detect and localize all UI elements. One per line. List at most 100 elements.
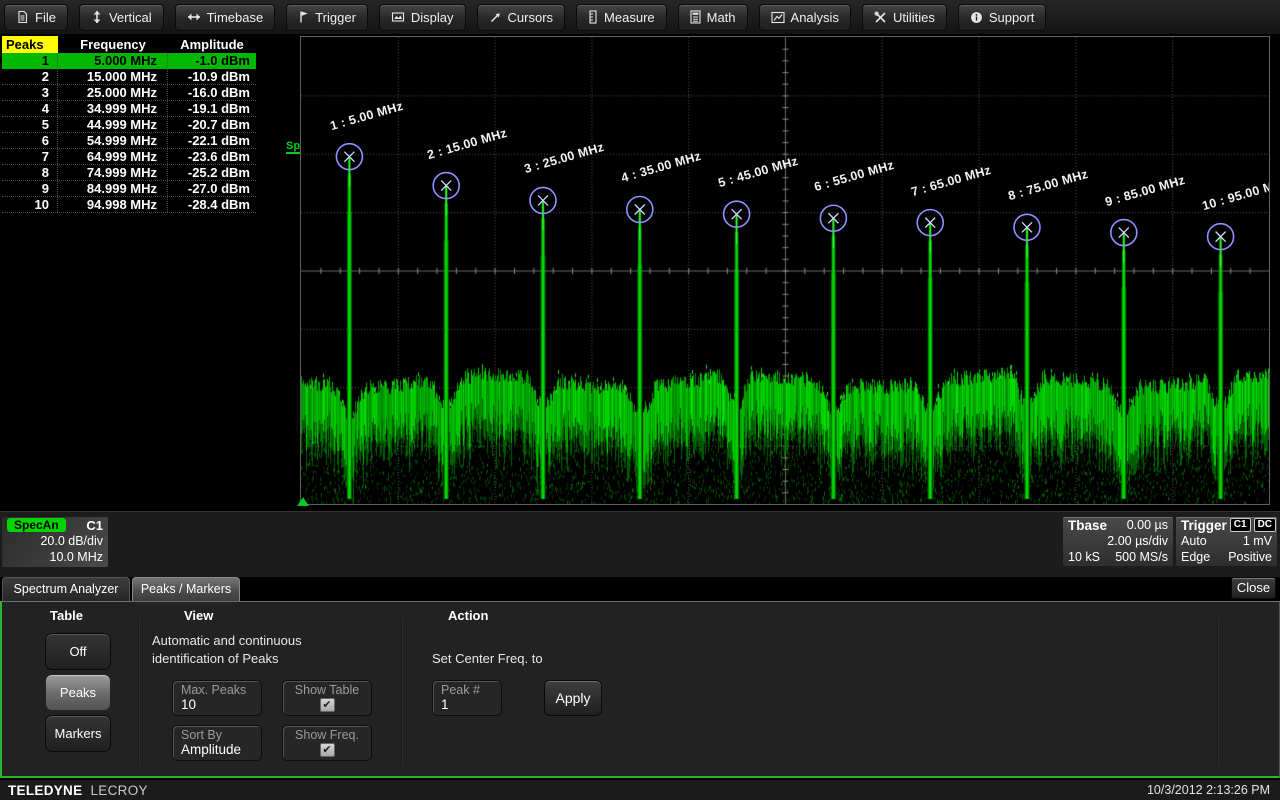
- brand-logo: TELEDYNE LECROY: [8, 783, 148, 798]
- peak-number-value: 1: [441, 697, 493, 713]
- trigger-flag-icon: [298, 10, 309, 24]
- section-divider: [1217, 620, 1219, 766]
- apply-button[interactable]: Apply: [544, 680, 602, 716]
- table-off-button[interactable]: Off: [45, 633, 111, 670]
- table-cell: 6: [2, 133, 58, 148]
- show-table-field[interactable]: Show Table ✔: [282, 680, 372, 716]
- table-row[interactable]: 325.000 MHz-16.0 dBm: [2, 85, 256, 101]
- table-cell: 4: [2, 101, 58, 116]
- table-cell: 10: [2, 197, 58, 212]
- oscilloscope-app: File Vertical Timebase Trigger Display C…: [0, 0, 1280, 800]
- show-table-label: Show Table: [291, 683, 363, 697]
- table-row[interactable]: 544.999 MHz-20.7 dBm: [2, 117, 256, 133]
- table-row[interactable]: 1094.998 MHz-28.4 dBm: [2, 197, 256, 213]
- menu-file-label: File: [35, 10, 56, 25]
- menu-vertical-button[interactable]: Vertical: [79, 4, 164, 31]
- action-section-header: Action: [448, 608, 488, 623]
- menu-analysis-button[interactable]: Analysis: [759, 4, 851, 31]
- vertical-arrows-icon: [91, 10, 103, 24]
- sort-by-label: Sort By: [181, 728, 253, 742]
- trigger-type-value: Edge: [1181, 550, 1210, 564]
- specan-channel-label: C1: [86, 518, 103, 533]
- spectrum-graph[interactable]: 1 : 5.00 MHz2 : 15.00 MHz3 : 25.00 MHz4 …: [300, 36, 1270, 505]
- peak-number-label: Peak #: [441, 683, 493, 697]
- table-cell: -25.2 dBm: [168, 165, 256, 180]
- table-cell: 1: [2, 53, 58, 68]
- horizontal-arrows-icon: [187, 11, 201, 23]
- trigger-mode-value: Auto: [1181, 534, 1207, 548]
- chart-icon: [771, 11, 785, 24]
- peak-marker-layer: [301, 37, 1269, 504]
- sort-by-value: Amplitude: [181, 742, 253, 758]
- menu-display-button[interactable]: Display: [379, 4, 466, 31]
- menu-support-button[interactable]: Support: [958, 4, 1047, 31]
- timebase-descriptor-tile[interactable]: Tbase 0.00 µs 2.00 µs/div 10 kS 500 MS/s: [1063, 517, 1173, 566]
- table-cell: -20.7 dBm: [168, 117, 256, 132]
- brand-teledyne: TELEDYNE: [8, 783, 82, 798]
- menu-file-button[interactable]: File: [4, 4, 68, 31]
- specan-scale-value: 20.0 dB/div: [7, 534, 103, 548]
- tab-peaks-markers[interactable]: Peaks / Markers: [132, 577, 240, 601]
- show-freq-checkbox[interactable]: ✔: [320, 743, 335, 757]
- menu-measure-button[interactable]: Measure: [576, 4, 667, 31]
- menu-timebase-button[interactable]: Timebase: [175, 4, 276, 31]
- table-cell: -23.6 dBm: [168, 149, 256, 164]
- menu-math-button[interactable]: Math: [678, 4, 748, 31]
- peak-number-field[interactable]: Peak # 1: [432, 680, 502, 716]
- peaks-table: Peaks Frequency Amplitude 15.000 MHz-1.0…: [2, 36, 256, 213]
- max-peaks-label: Max. Peaks: [181, 683, 253, 697]
- table-cell: 25.000 MHz: [58, 85, 168, 100]
- menu-display-label: Display: [411, 10, 454, 25]
- table-markers-button[interactable]: Markers: [45, 715, 111, 752]
- table-row[interactable]: 764.999 MHz-23.6 dBm: [2, 149, 256, 165]
- table-row[interactable]: 984.999 MHz-27.0 dBm: [2, 181, 256, 197]
- menu-trigger-label: Trigger: [315, 10, 356, 25]
- table-cell: 5: [2, 117, 58, 132]
- section-divider: [138, 620, 140, 766]
- table-section-header: Table: [50, 608, 83, 623]
- menu-math-label: Math: [707, 10, 736, 25]
- calculator-icon: [690, 10, 701, 24]
- peaks-markers-dialog: Table View Action Off Peaks Markers Auto…: [0, 601, 1280, 778]
- table-cell: 8: [2, 165, 58, 180]
- peaks-table-header: Peaks Frequency Amplitude: [2, 36, 256, 53]
- clock-timestamp: 10/3/2012 2:13:26 PM: [1147, 783, 1270, 797]
- brand-lecroy: LECROY: [90, 783, 147, 798]
- tbase-samples-value: 10 kS: [1068, 550, 1100, 564]
- table-cell: -27.0 dBm: [168, 181, 256, 196]
- tab-spectrum-analyzer[interactable]: Spectrum Analyzer: [2, 577, 130, 601]
- sort-by-field[interactable]: Sort By Amplitude: [172, 725, 262, 761]
- tbase-scale-value: 2.00 µs/div: [1068, 534, 1168, 548]
- table-cell: -28.4 dBm: [168, 197, 256, 212]
- menu-utilities-button[interactable]: Utilities: [862, 4, 947, 31]
- show-table-checkbox[interactable]: ✔: [320, 698, 335, 712]
- menu-measure-label: Measure: [604, 10, 655, 25]
- specan-descriptor-tile[interactable]: SpecAn C1 20.0 dB/div 10.0 MHz: [2, 517, 108, 567]
- trigger-descriptor-tile[interactable]: Trigger C1 DC Auto 1 mV Edge Positive: [1176, 517, 1277, 566]
- menu-trigger-button[interactable]: Trigger: [286, 4, 368, 31]
- action-description: Set Center Freq. to: [432, 650, 632, 668]
- table-row[interactable]: 434.999 MHz-19.1 dBm: [2, 101, 256, 117]
- trigger-position-icon[interactable]: [297, 497, 309, 506]
- peaks-table-body: 15.000 MHz-1.0 dBm215.000 MHz-10.9 dBm32…: [2, 53, 256, 213]
- tbase-title: Tbase: [1068, 518, 1107, 533]
- table-row[interactable]: 15.000 MHz-1.0 dBm: [2, 53, 256, 69]
- table-row[interactable]: 654.999 MHz-22.1 dBm: [2, 133, 256, 149]
- close-button[interactable]: Close: [1231, 577, 1276, 599]
- table-row[interactable]: 215.000 MHz-10.9 dBm: [2, 69, 256, 85]
- table-cell: 2: [2, 69, 58, 84]
- peak-marker-x-icon: [1119, 228, 1129, 238]
- table-peaks-button[interactable]: Peaks: [45, 674, 111, 711]
- table-row[interactable]: 874.999 MHz-25.2 dBm: [2, 165, 256, 181]
- max-peaks-field[interactable]: Max. Peaks 10: [172, 680, 262, 716]
- table-cell: -19.1 dBm: [168, 101, 256, 116]
- menu-cursors-button[interactable]: Cursors: [477, 4, 566, 31]
- menu-cursors-label: Cursors: [508, 10, 554, 25]
- dialog-tabs-row: Spectrum Analyzer Peaks / Markers Close: [0, 577, 1280, 601]
- show-freq-field[interactable]: Show Freq. ✔: [282, 725, 372, 761]
- peak-marker-x-icon: [1216, 232, 1226, 242]
- table-cell: 64.999 MHz: [58, 149, 168, 164]
- max-peaks-value: 10: [181, 697, 253, 713]
- specan-badge: SpecAn: [7, 518, 66, 532]
- view-section-header: View: [184, 608, 213, 623]
